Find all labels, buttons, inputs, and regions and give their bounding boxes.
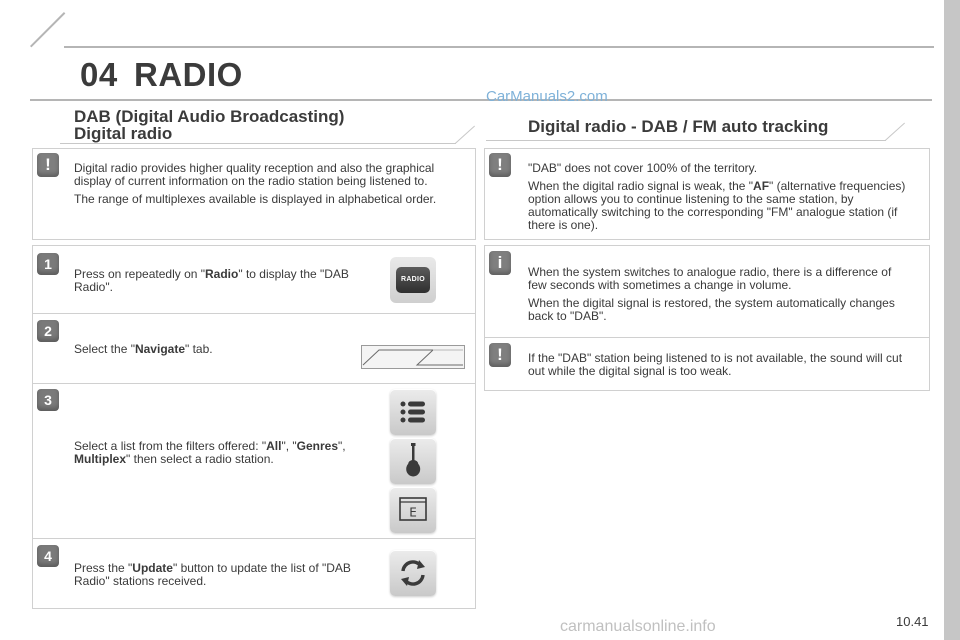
multiplex-icon-letter: E: [409, 506, 417, 520]
right-title-diagonal: [885, 122, 905, 141]
step-2-text-bold: Navigate: [134, 342, 185, 356]
right-section-title: Digital radio - DAB / FM auto tracking: [528, 117, 829, 136]
step-2-badge: 2: [37, 320, 59, 342]
refresh-icon: [401, 560, 425, 586]
page-number: 10.41: [896, 614, 929, 629]
left-title-underline: [60, 143, 456, 144]
navigate-tab-icon[interactable]: [361, 345, 465, 369]
note-2-text: When the system switches to analogue rad…: [528, 266, 908, 328]
info-paragraph-1: Digital radio provides higher quality re…: [74, 161, 435, 188]
note-1-p2-pre: When the digital radio signal is weak, t…: [528, 179, 754, 193]
step-3-badge: 3: [37, 389, 59, 411]
step-3-text-mid2: ",: [338, 439, 346, 453]
header-diagonal-rule: [30, 12, 66, 48]
radio-button-label: RADIO: [396, 267, 430, 293]
chapter-number: 04: [80, 56, 118, 93]
note-separator: [484, 337, 930, 338]
page-edge-bar: [944, 0, 960, 640]
step-1-text: Press on repeatedly on "Radio" to displa…: [74, 268, 364, 294]
step-3-text-post: " then select a radio station.: [126, 452, 274, 466]
step-3-text-multiplex: Multiplex: [74, 452, 127, 466]
left-title-diagonal: [455, 125, 475, 144]
genres-button[interactable]: [390, 438, 436, 484]
info-paragraph-2: The range of multiplexes available is di…: [74, 192, 437, 206]
step-4-badge: 4: [37, 545, 59, 567]
step-4-text-bold: Update: [132, 561, 173, 575]
chapter-title: RADIO: [134, 56, 243, 93]
info-text: Digital radio provides higher quality re…: [74, 162, 452, 211]
all-list-button[interactable]: [390, 389, 436, 435]
step-3-text: Select a list from the filters offered: …: [74, 440, 354, 466]
list-icon: [400, 401, 425, 423]
step-separator-1: [32, 313, 476, 314]
note-1-warning-badge: !: [489, 153, 511, 177]
step-3-text-all: All: [266, 439, 282, 453]
note-2-info-badge: i: [489, 251, 511, 275]
note-1-p2-bold: AF: [753, 179, 770, 193]
step-3-text-genres: Genres: [296, 439, 339, 453]
note-3-warning-badge: !: [489, 343, 511, 367]
warning-badge: !: [37, 153, 59, 177]
step-separator-3: [32, 538, 476, 539]
step-2-text-post: " tab.: [185, 342, 213, 356]
header-bottom-rule: [30, 99, 932, 101]
step-1-badge: 1: [37, 253, 59, 275]
step-3-text-pre: Select a list from the filters offered: …: [74, 439, 267, 453]
note-3-paragraph-1: If the "DAB" station being listened to i…: [528, 351, 903, 378]
note-2-paragraph-2: When the digital signal is restored, the…: [528, 296, 895, 323]
right-title-underline: [486, 140, 886, 141]
step-separator-2: [32, 383, 476, 384]
footer-watermark: carmanualsonline.info: [560, 618, 716, 635]
note-1-paragraph-2: When the digital radio signal is weak, t…: [528, 180, 906, 232]
step-1-text-pre: Press on repeatedly on ": [74, 267, 206, 281]
multiplex-button[interactable]: E: [390, 487, 436, 533]
radio-button[interactable]: RADIO: [390, 257, 436, 303]
step-3-text-mid1: ", ": [281, 439, 297, 453]
step-4-text: Press the "Update" button to update the …: [74, 562, 364, 588]
step-2-text: Select the "Navigate" tab.: [74, 343, 354, 356]
watermark: CarManuals2.com: [486, 88, 608, 105]
multiplex-icon: E: [399, 497, 427, 521]
header-top-rule: [64, 46, 934, 48]
left-section-title-line2: Digital radio: [74, 124, 173, 143]
step-4-text-pre: Press the ": [74, 561, 133, 575]
note-1-paragraph-1: "DAB" does not cover 100% of the territo…: [528, 161, 758, 175]
note-3-text: If the "DAB" station being listened to i…: [528, 352, 912, 383]
note-1-text: "DAB" does not cover 100% of the territo…: [528, 162, 906, 237]
step-2-text-pre: Select the ": [74, 342, 135, 356]
note-2-paragraph-1: When the system switches to analogue rad…: [528, 265, 892, 292]
right-title-diagonal-spacer: [476, 160, 477, 161]
left-section-title-line1: DAB (Digital Audio Broadcasting): [74, 107, 345, 126]
update-button[interactable]: [390, 550, 436, 596]
guitar-icon: [406, 443, 421, 477]
step-1-text-bold: Radio: [205, 267, 239, 281]
